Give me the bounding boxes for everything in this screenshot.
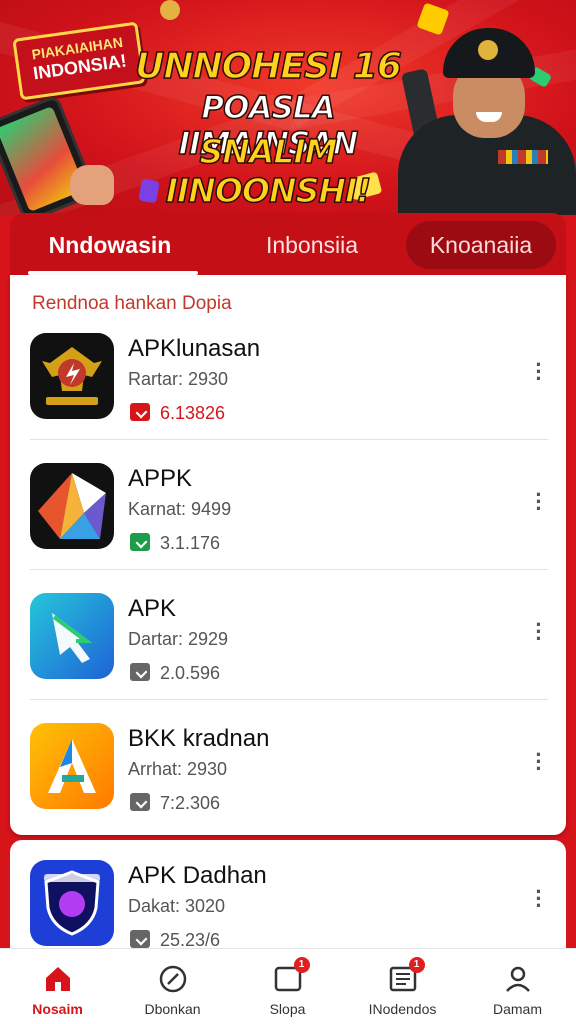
divider	[30, 439, 548, 440]
more-options-icon[interactable]: · · ·	[534, 484, 544, 520]
letter-a-icon	[30, 723, 114, 809]
download-badge-icon	[130, 793, 150, 811]
app-name: APK Dadhan	[128, 862, 267, 889]
bottom-nav: Nosaim Dbonkan 1 Slopa 1 INodendos Damam	[0, 948, 576, 1024]
app-name: APK	[128, 595, 177, 622]
message-icon: 1	[272, 957, 310, 995]
notification-badge: 1	[408, 957, 425, 973]
profile-icon	[502, 963, 534, 995]
news-icon: 1	[387, 957, 425, 995]
banner-headline-1: UNNOHESI 16	[134, 45, 402, 88]
app-downloads: 2.0.596	[130, 663, 220, 684]
app-list-card: Rendnoa hankan Dopia APKlunasan Rartar: …	[10, 275, 566, 835]
banner-headline-3: SNALIM IINOONSHI!	[165, 131, 372, 211]
app-category: Rartar: 2930	[128, 369, 229, 389]
compass-icon	[157, 963, 189, 995]
download-badge-icon	[130, 403, 150, 421]
divider	[30, 699, 548, 700]
section-title: Rendnoa hankan Dopia	[32, 293, 232, 314]
app-name: APKlunasan	[128, 335, 261, 362]
more-options-icon[interactable]: · · ·	[534, 614, 544, 650]
notification-badge: 1	[293, 957, 310, 973]
divider	[30, 569, 548, 570]
download-badge-icon	[130, 930, 150, 948]
shield-badge-icon	[30, 860, 114, 946]
nav-label: INodendos	[368, 1001, 437, 1017]
more-options-icon[interactable]: · · ·	[534, 744, 544, 780]
nav-label: Slopa	[269, 1001, 306, 1017]
nav-item-profile[interactable]: Damam	[460, 949, 575, 1024]
downloads-value: 25.23/6	[160, 930, 221, 950]
nav-label: Damam	[492, 1001, 542, 1017]
tab-nndowasin[interactable]: Nndowasin	[28, 221, 198, 275]
nav-item-explore[interactable]: Dbonkan	[115, 949, 230, 1024]
coin-decoration	[160, 0, 180, 20]
garuda-emblem-icon	[30, 333, 114, 419]
app-downloads: 6.13826	[130, 403, 225, 424]
hand-illustration	[70, 165, 114, 205]
downloads-value: 7:2.306	[160, 793, 221, 813]
colorful-star-icon	[30, 463, 114, 549]
nav-label: Dbonkan	[144, 1001, 201, 1017]
list-item[interactable]: APK Dartar: 2929 2.0.596 · · ·	[10, 593, 566, 723]
downloads-value: 6.13826	[160, 403, 226, 423]
app-downloads: 3.1.176	[130, 533, 220, 554]
app-category: Dakat: 3020	[128, 896, 226, 916]
tab-knoanaiia[interactable]: Knoanaiia	[406, 221, 556, 269]
home-icon	[42, 963, 74, 995]
app-name: APPK	[128, 465, 193, 492]
app-category: Dartar: 2929	[128, 629, 229, 649]
app-list-card-2: APK Dadhan Dakat: 3020 25.23/6 · · ·	[10, 840, 566, 960]
officer-illustration	[398, 20, 576, 215]
download-badge-icon	[130, 663, 150, 681]
list-item[interactable]: BKK kradnan Arrhat: 2930 7:2.306 · · ·	[10, 723, 566, 853]
nav-item-home[interactable]: Nosaim	[0, 949, 115, 1024]
nav-item-news[interactable]: 1 INodendos	[345, 949, 460, 1024]
nav-item-messages[interactable]: 1 Slopa	[230, 949, 345, 1024]
list-item[interactable]: APKlunasan Rartar: 2930 6.13826 · · ·	[10, 333, 566, 463]
category-tabs: Nndowasin Inbonsiia Knoanaiia	[10, 213, 566, 277]
list-item[interactable]: APPK Karnat: 9499 3.1.176 · · ·	[10, 463, 566, 593]
downloads-value: 3.1.176	[160, 533, 221, 553]
app-downloads: 7:2.306	[130, 793, 220, 814]
downloads-value: 2.0.596	[160, 663, 221, 683]
app-category: Karnat: 9499	[128, 499, 232, 519]
download-badge-icon	[130, 533, 150, 551]
app-name: BKK kradnan	[128, 725, 270, 752]
tab-inbonsiia[interactable]: Inbonsiia	[232, 221, 392, 269]
blue-arrow-icon	[30, 593, 114, 679]
more-options-icon[interactable]: · · ·	[534, 354, 544, 390]
more-options-icon[interactable]: · · ·	[534, 881, 544, 917]
nav-label: Nosaim	[32, 1001, 83, 1017]
promo-banner[interactable]: PIAKAIAIHAN INDONSIA! UNNOHESI 16 POASLA…	[0, 0, 576, 215]
app-category: Arrhat: 2930	[128, 759, 228, 779]
